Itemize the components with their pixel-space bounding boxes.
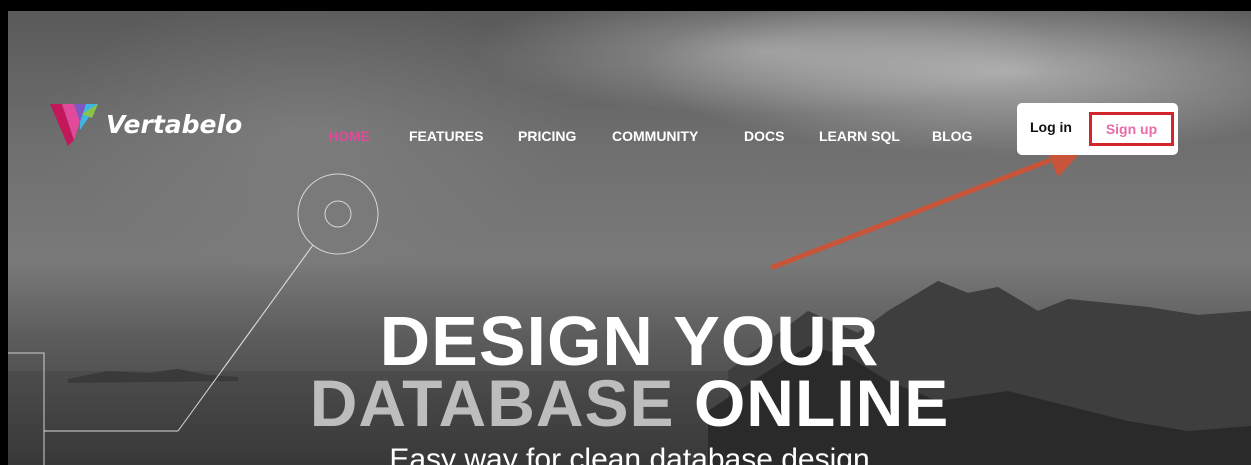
vertabelo-logo-icon bbox=[50, 104, 98, 146]
hero-title-online: ONLINE bbox=[693, 366, 950, 440]
nav-item-blog[interactable]: BLOG bbox=[932, 128, 972, 144]
login-link[interactable]: Log in bbox=[1030, 119, 1072, 135]
auth-box: Log in Sign up bbox=[1017, 103, 1178, 155]
hero-section: Vertabelo HOME FEATURES PRICING COMMUNIT… bbox=[8, 11, 1251, 465]
brand-name: Vertabelo bbox=[106, 109, 243, 139]
brand-logo[interactable]: Vertabelo bbox=[48, 96, 242, 152]
nav-item-home[interactable]: HOME bbox=[328, 128, 370, 144]
nav-item-community[interactable]: COMMUNITY bbox=[612, 128, 698, 144]
nav-item-learn-sql[interactable]: LEARN SQL bbox=[819, 128, 900, 144]
nav-item-docs[interactable]: DOCS bbox=[744, 128, 784, 144]
hero-subtitle: Easy way for clean database design bbox=[389, 443, 870, 465]
nav-item-pricing[interactable]: PRICING bbox=[518, 128, 576, 144]
nav-item-features[interactable]: FEATURES bbox=[409, 128, 483, 144]
signup-button[interactable]: Sign up bbox=[1089, 112, 1174, 146]
hero-title-database: DATABASE bbox=[309, 366, 675, 440]
hero-title-line2: DATABASE ONLINE bbox=[8, 365, 1251, 441]
